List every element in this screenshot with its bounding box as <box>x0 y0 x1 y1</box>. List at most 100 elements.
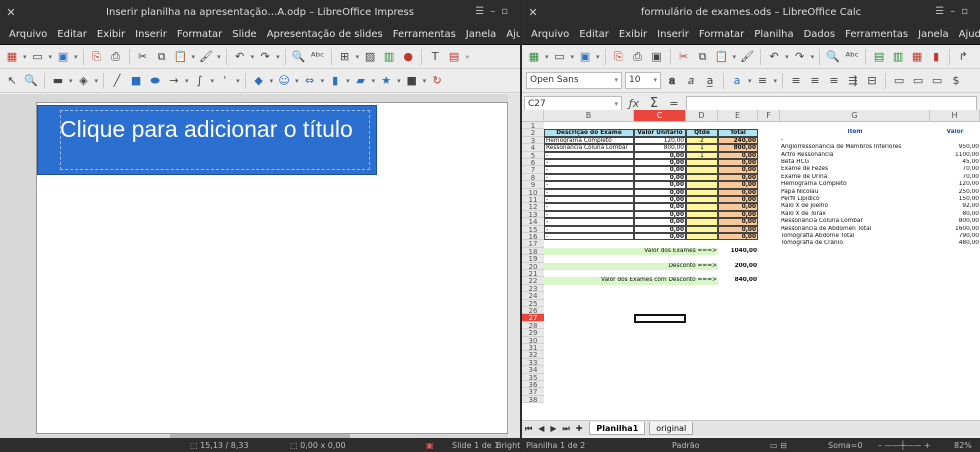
calc-menu-item[interactable]: Ferramentas <box>840 29 913 40</box>
row-header[interactable]: 30 <box>522 336 544 345</box>
column-header[interactable]: E <box>718 110 758 122</box>
spelling-icon[interactable]: ᴬᵇᶜ <box>844 49 860 65</box>
cell[interactable] <box>686 188 718 196</box>
row-header[interactable]: 1 <box>522 122 544 130</box>
row-header[interactable]: 17 <box>522 240 544 248</box>
cell[interactable] <box>686 196 718 204</box>
row-header[interactable]: 3 <box>522 136 544 145</box>
impress-menu-item[interactable]: Janela <box>461 29 501 40</box>
calc-menu-item[interactable]: Editar <box>574 29 614 40</box>
cell[interactable]: 0,00 <box>634 203 686 211</box>
row-header[interactable]: 13 <box>522 210 544 219</box>
cell[interactable]: - <box>780 137 930 144</box>
delete-rows-icon[interactable]: ▮ <box>928 49 944 65</box>
calc-menu-item[interactable]: Ajuda <box>954 29 980 40</box>
cell[interactable]: 0,00 <box>718 210 758 219</box>
stars-icon[interactable]: ★ <box>378 73 394 89</box>
row-header[interactable]: 7 <box>522 166 544 174</box>
impress-menu-item[interactable]: Ajuda <box>501 29 520 40</box>
row-header[interactable]: 37 <box>522 388 544 396</box>
cell[interactable]: - <box>544 233 634 241</box>
calc-menu-item[interactable]: Dados <box>799 29 841 40</box>
basic-shapes-icon[interactable]: ◆ <box>251 73 267 89</box>
corner-select-all[interactable] <box>522 110 544 122</box>
cell[interactable]: Tomografia Abdome Total <box>780 233 930 240</box>
cell[interactable] <box>686 166 718 174</box>
row-icon[interactable]: ▤ <box>871 49 887 65</box>
row-header[interactable]: 5 <box>522 151 544 160</box>
tab-original[interactable]: original <box>649 422 694 435</box>
column-icon[interactable]: ▥ <box>890 49 906 65</box>
cell[interactable]: Item <box>780 129 930 136</box>
spreadsheet-grid[interactable]: B C D E F G H 1 2 3 4 5 6 7 8 9 10 11 12 13 14 15 16 17 18 19 20 21… <box>522 110 980 420</box>
column-header[interactable]: G <box>780 110 930 122</box>
ellipse-icon[interactable]: ⬬ <box>147 73 163 89</box>
cell[interactable]: 1040,00 <box>718 248 758 255</box>
row-header[interactable]: 31 <box>522 344 544 352</box>
cell[interactable]: Descrição do Exame <box>544 129 634 137</box>
cell[interactable]: - <box>544 225 634 233</box>
row-header[interactable]: 27 <box>522 314 544 322</box>
row-header[interactable]: 9 <box>522 181 544 189</box>
cell[interactable] <box>686 159 718 167</box>
cell[interactable]: 0,00 <box>718 203 758 211</box>
cell[interactable]: 480,00 <box>930 240 980 247</box>
cell[interactable]: 950,00 <box>930 144 980 151</box>
bold-icon[interactable]: 𝐚 <box>664 73 680 89</box>
font-color-icon[interactable]: a <box>729 73 745 89</box>
cell[interactable]: Ressonância Coluna Lombar <box>544 144 634 152</box>
calc-menu-item[interactable]: Formatar <box>694 29 749 40</box>
redo-icon[interactable]: ↷ <box>792 49 808 65</box>
cell[interactable] <box>686 225 718 233</box>
row-header[interactable]: 35 <box>522 373 544 382</box>
row-header[interactable]: 19 <box>522 255 544 263</box>
align-right-icon[interactable]: ≡ <box>826 73 842 89</box>
column-header[interactable]: D <box>686 110 718 122</box>
row-header[interactable]: 29 <box>522 329 544 337</box>
cell[interactable]: 0,00 <box>634 188 686 196</box>
align-middle-icon[interactable]: ▭ <box>910 73 926 89</box>
cell[interactable]: Valor <box>930 129 980 136</box>
cell[interactable]: Qtde <box>686 129 718 137</box>
row-header[interactable]: 24 <box>522 292 544 300</box>
column-header[interactable]: H <box>930 110 980 122</box>
cell[interactable]: Exame de Urina <box>780 174 930 181</box>
cell[interactable]: 1 <box>686 151 718 159</box>
zoom-slider[interactable]: – ——┼—— + <box>878 441 931 450</box>
window-controls[interactable]: ☰–▫ <box>935 6 974 17</box>
first-sheet-icon[interactable]: ⏮ <box>522 424 535 434</box>
cell[interactable]: 0,00 <box>718 173 758 182</box>
cell[interactable]: 0,00 <box>634 151 686 159</box>
italic-icon[interactable]: 𝑎 <box>683 73 699 89</box>
cell[interactable] <box>930 137 980 144</box>
find-replace-icon[interactable]: 🔍 <box>291 49 307 65</box>
row-header[interactable]: 14 <box>522 218 544 226</box>
cell[interactable]: 250,00 <box>930 189 980 196</box>
rectangle-icon[interactable]: ■ <box>128 73 144 89</box>
row-header[interactable]: 33 <box>522 358 544 367</box>
column-header[interactable]: B <box>544 110 634 122</box>
row-header[interactable]: 34 <box>522 366 544 374</box>
cell[interactable]: - <box>544 166 634 174</box>
insert-media-icon[interactable]: ● <box>400 49 416 65</box>
block-arrows-icon[interactable]: ⇔ <box>302 73 318 89</box>
cell[interactable]: 0,00 <box>718 218 758 226</box>
new-document-icon[interactable]: ▦ <box>4 49 20 65</box>
calc-menu-item[interactable]: Inserir <box>652 29 694 40</box>
vertical-scrollbar[interactable] <box>508 94 520 438</box>
cell[interactable]: Papa Nicolau <box>780 189 930 196</box>
open-icon[interactable]: ▭ <box>552 49 568 65</box>
cell[interactable]: 1600,00 <box>930 226 980 233</box>
currency-icon[interactable]: $ <box>948 73 964 89</box>
symbol-shapes-icon[interactable]: ☺ <box>276 73 292 89</box>
copy-icon[interactable]: ⧉ <box>695 49 711 65</box>
cell[interactable]: Beta HCG <box>780 159 930 166</box>
cell[interactable] <box>686 210 718 219</box>
cell[interactable]: 0,00 <box>634 173 686 182</box>
row-header[interactable]: 10 <box>522 188 544 197</box>
cell[interactable]: Ressonância Coluna Lombar <box>780 218 930 225</box>
impress-menu-item[interactable]: Apresentação de slides <box>262 29 388 40</box>
add-sheet-icon[interactable]: ✚ <box>573 424 586 433</box>
cell[interactable]: 0,00 <box>718 188 758 196</box>
cell[interactable]: Ressonância de Abdômen Total <box>780 226 930 233</box>
